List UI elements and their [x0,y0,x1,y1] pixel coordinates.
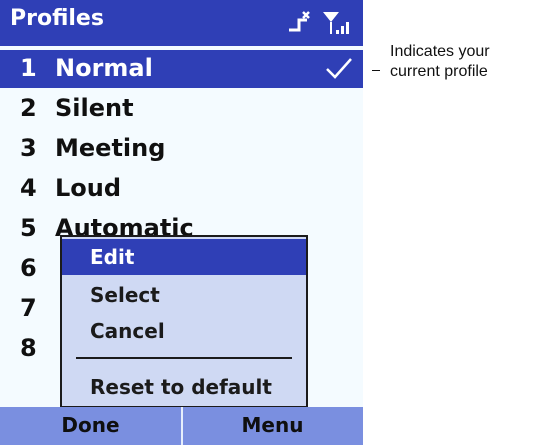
status-icons [285,8,355,38]
menu-item-cancel[interactable]: Cancel [62,313,306,349]
menu-label: Menu [241,413,304,437]
menu-item-label: Select [90,283,160,307]
menu-item-label: Edit [90,245,135,269]
profile-number: 2 [20,94,37,122]
check-icon [325,56,353,86]
phone-screen: Profiles 1 Normal 2 Silent 3 Meeting 4 L… [0,0,363,445]
annotation-text: Indicates your current profile [390,42,490,82]
profile-name: Normal [55,54,153,82]
profile-item-loud[interactable]: 4 Loud [0,170,363,208]
menu-item-label: Cancel [90,319,165,343]
profile-number: 3 [20,134,37,162]
context-menu: Edit Select Cancel Reset to default [60,235,308,408]
menu-separator [76,357,292,359]
softkey-bar: Done Menu [0,407,363,445]
profile-item-meeting[interactable]: 3 Meeting [0,130,363,168]
profile-number: 4 [20,174,37,202]
signal-icon [323,12,349,34]
profile-number: 8 [20,334,37,362]
callout-leader [372,70,380,71]
menu-softkey[interactable]: Menu [182,407,363,445]
profile-number: 7 [20,294,37,322]
profile-item-normal[interactable]: 1 Normal [0,50,363,88]
annotation-line2: current profile [390,63,488,80]
title-bar: Profiles [0,0,363,46]
done-softkey[interactable]: Done [0,407,181,445]
profile-name: Meeting [55,134,166,162]
profile-name: Silent [55,94,134,122]
profile-number: 1 [20,54,37,82]
done-label: Done [61,413,120,437]
annotation-line1: Indicates your [390,43,490,60]
window-title: Profiles [10,6,104,31]
menu-item-label: Reset to default [90,375,272,399]
menu-item-select[interactable]: Select [62,277,306,313]
profile-item-silent[interactable]: 2 Silent [0,90,363,128]
profile-number: 6 [20,254,37,282]
profile-number: 5 [20,214,37,242]
menu-item-edit[interactable]: Edit [62,239,306,275]
profile-name: Loud [55,174,122,202]
menu-item-reset-to-default[interactable]: Reset to default [62,369,306,405]
